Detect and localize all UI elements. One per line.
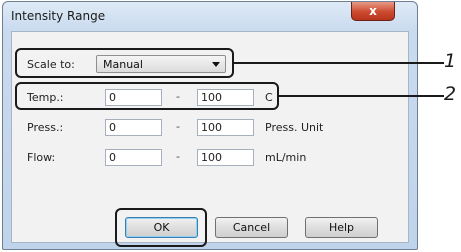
callout-number-1: 1 bbox=[444, 50, 457, 72]
close-icon: x bbox=[369, 4, 377, 18]
press-min-input[interactable]: 0 bbox=[105, 119, 162, 136]
help-button[interactable]: Help bbox=[305, 217, 378, 238]
callout-leader-2 bbox=[279, 95, 444, 97]
flow-label: Flow: bbox=[27, 151, 56, 164]
callout-box-scale bbox=[15, 48, 234, 78]
flow-max-input[interactable]: 100 bbox=[197, 149, 254, 166]
flow-unit: mL/min bbox=[265, 151, 307, 164]
close-button[interactable]: x bbox=[351, 2, 395, 21]
cancel-button[interactable]: Cancel bbox=[215, 217, 288, 238]
callout-box-ok bbox=[115, 208, 207, 247]
press-max-input[interactable]: 100 bbox=[197, 119, 254, 136]
flow-range-separator: - bbox=[176, 150, 180, 163]
press-label: Press.: bbox=[27, 121, 64, 134]
dialog-title: Intensity Range bbox=[11, 9, 106, 23]
press-unit: Press. Unit bbox=[265, 121, 324, 134]
callout-box-temp bbox=[15, 82, 279, 110]
callout-number-2: 2 bbox=[444, 83, 457, 105]
callout-leader-1 bbox=[234, 62, 444, 64]
press-range-separator: - bbox=[176, 120, 180, 133]
flow-min-input[interactable]: 0 bbox=[105, 149, 162, 166]
